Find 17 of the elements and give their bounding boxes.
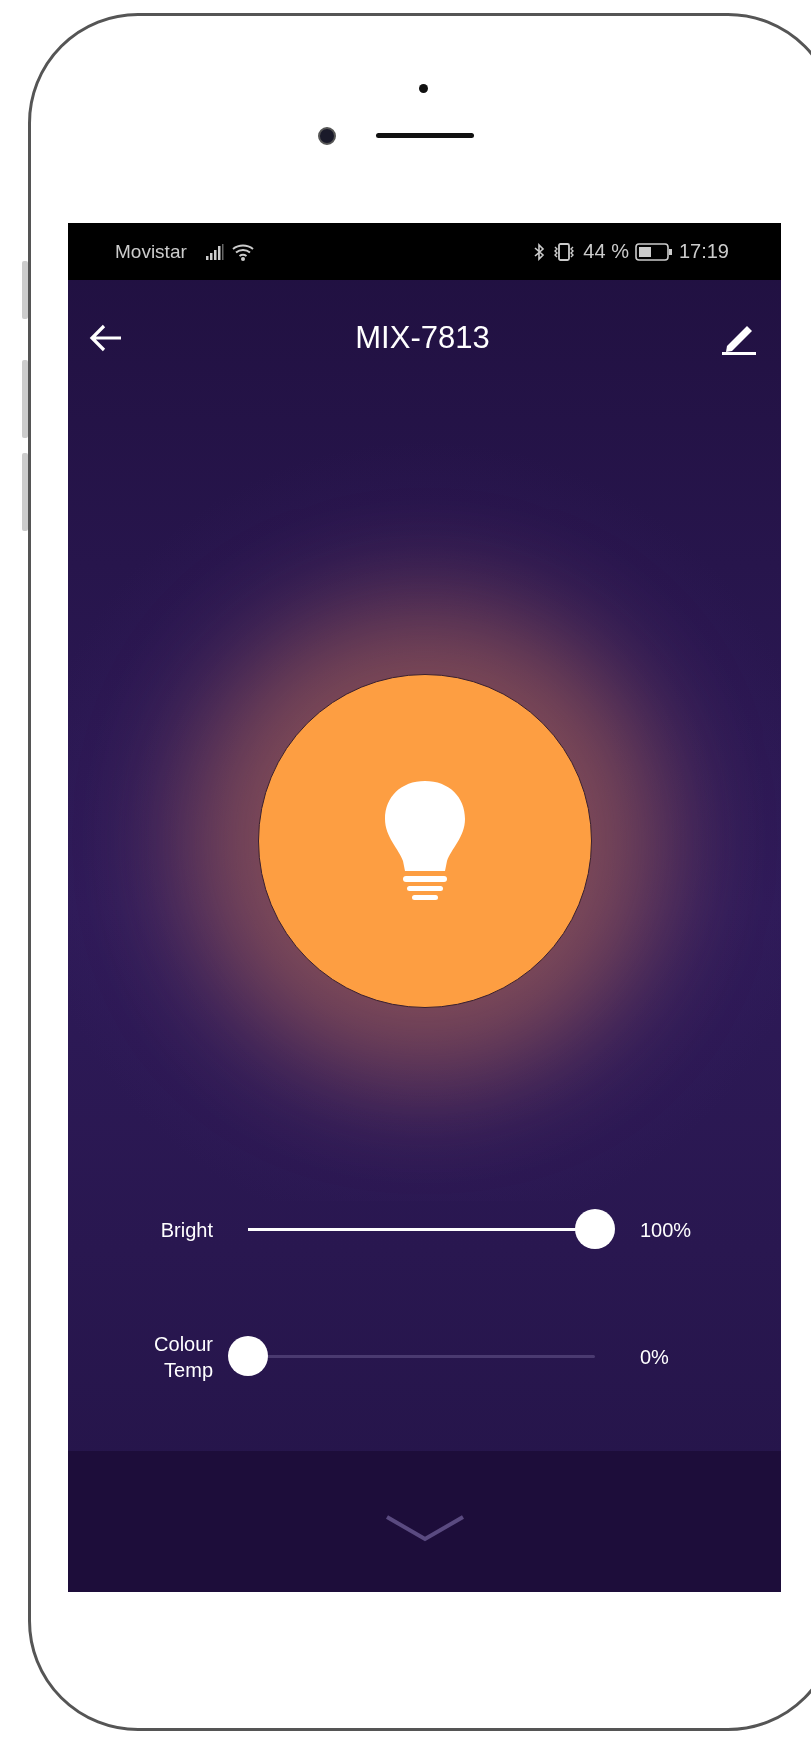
device-title: MIX-7813 [355, 320, 490, 356]
slider-thumb[interactable] [575, 1209, 615, 1249]
camera-icon [318, 127, 336, 145]
status-time: 17:19 [678, 240, 729, 263]
slider-label: Bright [159, 1218, 213, 1243]
sensor-dot [419, 84, 428, 93]
battery-percent: 44 % [583, 240, 629, 263]
signal-icon [204, 243, 225, 260]
slider-thumb[interactable] [228, 1336, 268, 1376]
light-bulb-icon [382, 779, 467, 903]
back-button[interactable] [88, 323, 124, 353]
carrier-name: Movistar [115, 240, 187, 263]
slider-label: Colour Temp [153, 1332, 213, 1383]
slider-value: 100% [640, 1218, 692, 1242]
battery-icon [634, 242, 673, 261]
bluetooth-icon [533, 242, 546, 261]
slider-value: 0% [640, 1345, 669, 1369]
